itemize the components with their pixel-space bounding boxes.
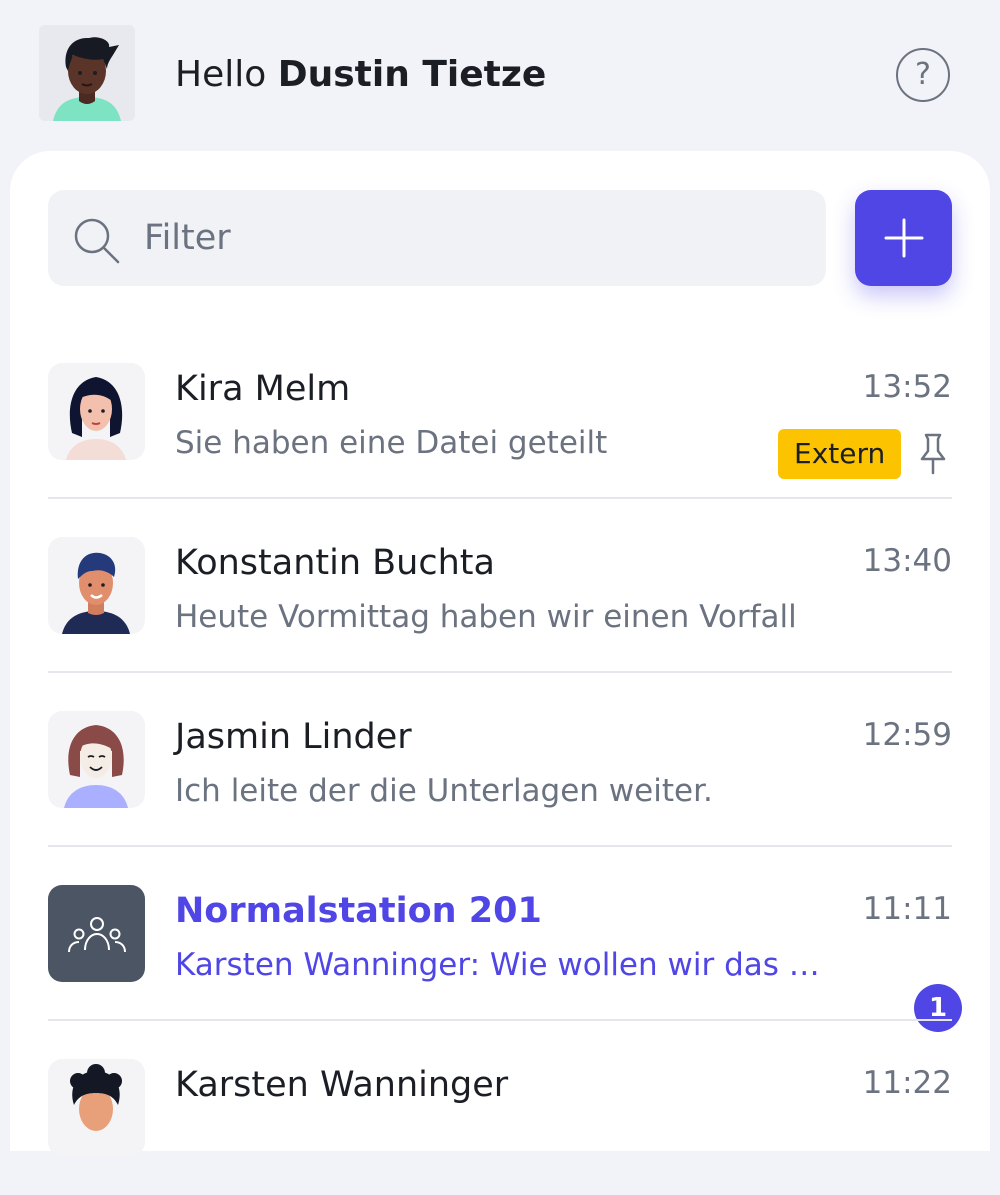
group-avatar: [48, 885, 145, 982]
group-name: Normalstation 201: [175, 891, 542, 931]
contact-avatar: [48, 537, 145, 634]
contact-name: Karsten Wanninger: [175, 1065, 509, 1105]
user-name: Dustin Tietze: [277, 54, 547, 95]
contact-name: Jasmin Linder: [175, 717, 412, 757]
message-time: 13:52: [862, 369, 952, 405]
filter-bar[interactable]: [48, 190, 826, 286]
message-preview: Karsten Wanninger: Wie wollen wir das in…: [175, 947, 825, 983]
message-time: 11:11: [862, 891, 952, 927]
contact-name: Konstantin Buchta: [175, 543, 495, 583]
app-header: Hello Dustin Tietze ?: [0, 0, 1000, 150]
contact-avatar: [48, 711, 145, 808]
message-preview: Sie haben eine Datei geteilt: [175, 425, 608, 461]
contact-name: Kira Melm: [175, 369, 351, 409]
extern-badge: Extern: [778, 429, 902, 479]
filter-input[interactable]: [144, 212, 804, 264]
search-icon: [74, 218, 120, 264]
conversation-panel: Kira Melm 13:52 Sie haben eine Datei get…: [10, 151, 990, 1156]
conversation-item[interactable]: Konstantin Buchta 13:40 Heute Vormittag …: [48, 499, 952, 673]
conversation-item[interactable]: Normalstation 201 11:11 Karsten Wanninge…: [48, 847, 962, 1032]
greeting-label: Hello: [175, 54, 267, 95]
new-conversation-button[interactable]: [855, 190, 952, 286]
user-avatar[interactable]: [39, 25, 135, 121]
message-time: 12:59: [862, 717, 952, 753]
message-preview: Ich leite der die Unterlagen weiter.: [175, 773, 713, 809]
conversation-item[interactable]: Kira Melm 13:52 Sie haben eine Datei get…: [48, 325, 952, 499]
message-time: 13:40: [862, 543, 952, 579]
message-preview: Heute Vormittag haben wir einen Vorfall: [175, 599, 797, 635]
contact-avatar: [48, 1059, 145, 1156]
conversation-item[interactable]: Jasmin Linder 12:59 Ich leite der die Un…: [48, 673, 952, 847]
greeting-text: Hello Dustin Tietze: [175, 50, 546, 100]
pin-icon: [920, 433, 946, 475]
contact-avatar: [48, 363, 145, 460]
group-icon: [67, 916, 126, 952]
plus-icon: [884, 218, 923, 258]
conversation-item[interactable]: Karsten Wanninger 11:22: [48, 1021, 952, 1195]
question-circle-icon: ?: [915, 57, 931, 92]
message-time: 11:22: [862, 1065, 952, 1101]
help-button[interactable]: ?: [896, 48, 950, 102]
